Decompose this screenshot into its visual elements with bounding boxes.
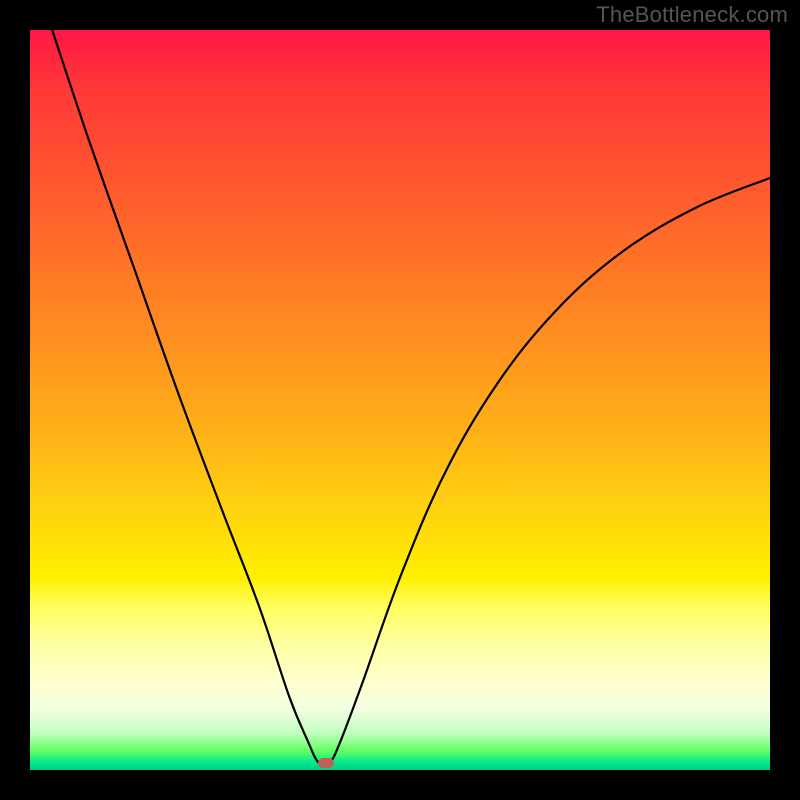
watermark-text: TheBottleneck.com [596,2,788,28]
chart-plot-area [30,30,770,770]
optimum-marker [318,758,334,768]
bottleneck-curve [30,30,770,770]
